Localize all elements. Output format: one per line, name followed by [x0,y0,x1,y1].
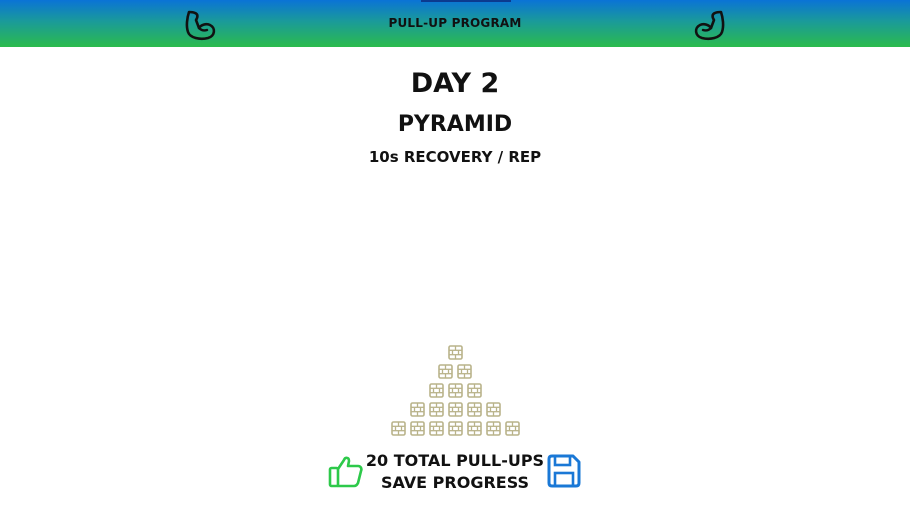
brick-wall-icon [485,402,501,417]
brick-wall-icon [447,402,463,417]
brick-wall-icon [466,383,482,398]
pyramid-row [0,421,910,436]
floppy-disk-icon[interactable] [545,452,583,490]
brick-wall-icon [447,345,463,360]
pyramid-row [0,364,910,379]
total-pullups: 20 TOTAL PULL-UPS [365,451,545,470]
brick-wall-icon [457,364,472,379]
header-active-indicator [421,0,511,2]
brick-wall-icon [438,364,453,379]
pyramid-row [0,383,910,398]
pyramid-sets [0,345,910,440]
brick-wall-icon [466,402,482,417]
day-title: DAY 2 [410,68,500,99]
brick-wall-icon [428,383,444,398]
app-header: PULL-UP PROGRAM [0,0,910,47]
brick-wall-icon [447,383,463,398]
brick-wall-icon [428,421,444,436]
brick-wall-icon [428,402,444,417]
pyramid-row [0,402,910,417]
pyramid-row [0,345,910,360]
brick-wall-icon [447,421,463,436]
flexed-bicep-icon[interactable] [692,6,728,42]
footer-summary: 20 TOTAL PULL-UPS SAVE PROGRESS [0,450,910,494]
brick-wall-icon [390,421,406,436]
brick-wall-icon [409,402,425,417]
brick-wall-icon [409,421,425,436]
program-name: PYRAMID [397,112,513,137]
brick-wall-icon [485,421,501,436]
brick-wall-icon [504,421,520,436]
app-title: PULL-UP PROGRAM [388,16,522,30]
brick-wall-icon [466,421,482,436]
save-progress-label[interactable]: SAVE PROGRESS [0,472,910,494]
recovery-info: 10s RECOVERY / REP [368,148,542,166]
